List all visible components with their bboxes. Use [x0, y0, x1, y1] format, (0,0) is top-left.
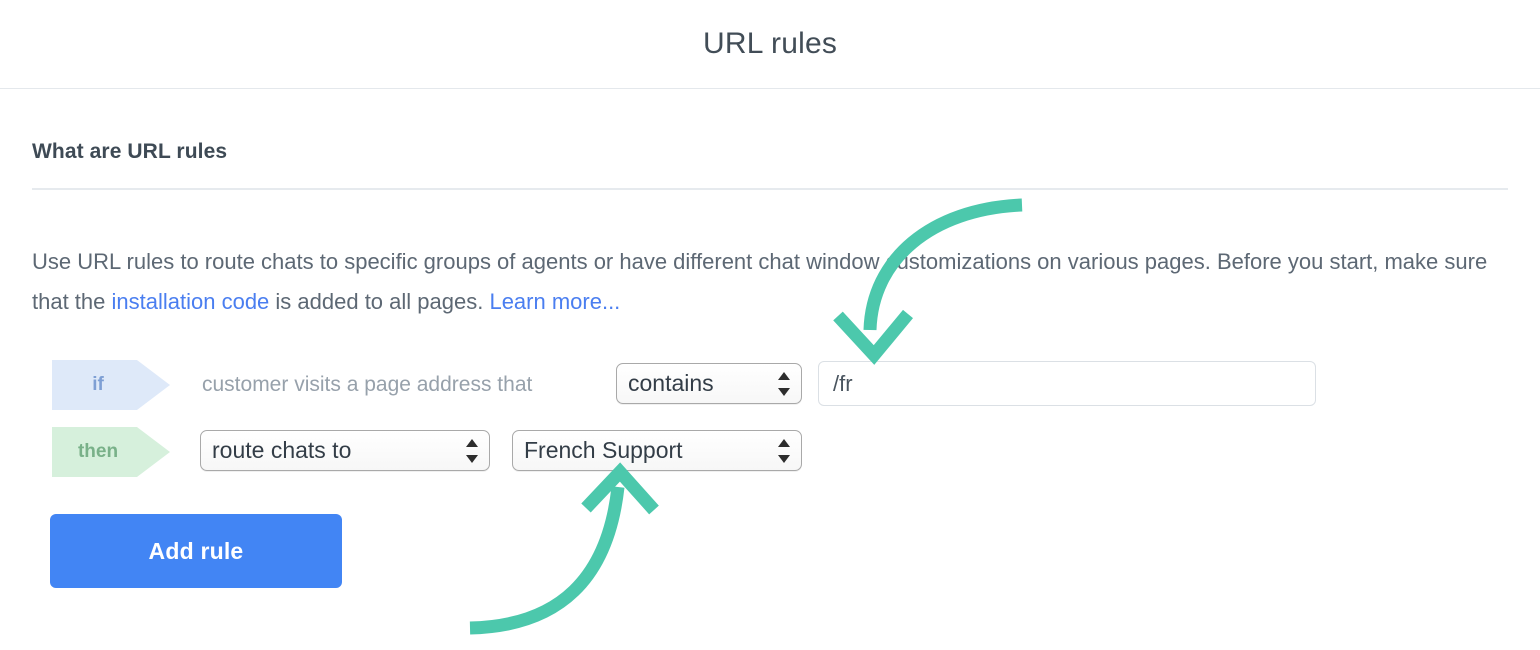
action-select[interactable]: route chats to — [200, 430, 490, 471]
action-target-value: French Support — [524, 437, 683, 463]
url-value-input[interactable] — [818, 361, 1316, 406]
chevron-updown-icon — [466, 438, 478, 463]
then-badge-label: then — [77, 441, 119, 462]
rule-builder: if customer visits a page address that c… — [0, 0, 1540, 650]
then-badge: then — [52, 427, 170, 477]
if-badge: if — [52, 360, 170, 410]
condition-operator-select[interactable]: contains — [616, 363, 802, 404]
action-target-select[interactable]: French Support — [512, 430, 802, 471]
condition-prefix-label: customer visits a page address that — [202, 373, 533, 396]
action-value: route chats to — [212, 437, 352, 463]
condition-operator-value: contains — [628, 370, 714, 396]
add-rule-button[interactable]: Add rule — [50, 514, 342, 588]
if-badge-label: if — [92, 374, 104, 395]
chevron-updown-icon — [778, 438, 790, 463]
chevron-updown-icon — [778, 371, 790, 396]
